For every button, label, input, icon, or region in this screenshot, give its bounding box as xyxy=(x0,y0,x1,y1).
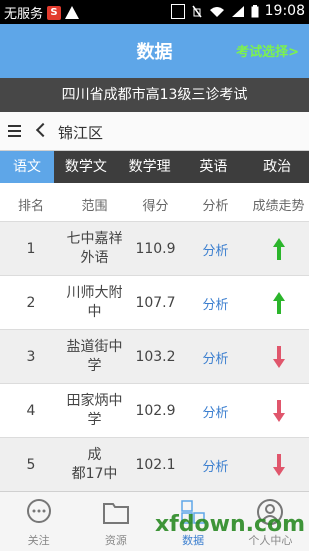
tab-english[interactable]: 英语 xyxy=(182,151,246,183)
trend-cell xyxy=(248,222,309,276)
school-line: 外语 xyxy=(80,250,109,266)
nav-label: 资源 xyxy=(104,534,127,547)
analysis-link[interactable]: 分析 xyxy=(188,222,243,276)
notification-app-icon: S xyxy=(47,5,62,20)
table-row: 5 成都17中 102.1 分析 xyxy=(0,437,309,492)
tab-politics[interactable]: 政治 xyxy=(245,151,309,183)
folder-icon xyxy=(102,503,129,524)
signal-icon xyxy=(231,5,244,17)
score-cell: 103.2 xyxy=(135,349,176,365)
subject-tabs: 语文 数学文 数学理 英语 政治 xyxy=(0,151,309,183)
header-analysis: 分析 xyxy=(202,199,229,214)
trend-cell xyxy=(248,438,309,492)
watermark: xfdown.com xyxy=(155,512,306,537)
analysis-link[interactable]: 分析 xyxy=(188,330,243,384)
score-cell: 102.9 xyxy=(135,403,176,419)
analysis-link[interactable]: 分析 xyxy=(188,276,243,330)
region-bar: 锦江区 xyxy=(0,112,309,151)
nav-label: 关注 xyxy=(27,534,50,547)
score-cell: 110.9 xyxy=(135,241,176,257)
school-cell: 川师大附中 xyxy=(52,276,137,330)
trend-down-icon xyxy=(272,454,285,476)
trend-cell xyxy=(248,384,309,438)
exam-title: 四川省成都市高13级三诊考试 xyxy=(0,78,309,112)
table-row: 3 盐道街中学 103.2 分析 xyxy=(0,329,309,384)
school-line: 中 xyxy=(87,304,102,320)
school-cell: 盐道街中学 xyxy=(52,330,137,384)
exam-select-button[interactable]: 考试选择> xyxy=(236,41,299,60)
mute-icon xyxy=(192,5,202,17)
back-icon[interactable] xyxy=(35,122,51,138)
app-header: 数据 考试选择> xyxy=(0,24,309,78)
wifi-icon xyxy=(209,6,224,17)
analysis-link[interactable]: 分析 xyxy=(188,438,243,492)
table-row: 4 田家炳中学 102.9 分析 xyxy=(0,383,309,438)
warning-icon xyxy=(65,6,80,19)
school-line: 田家炳中 xyxy=(66,393,123,409)
trend-up-icon xyxy=(272,292,285,314)
tab-math-arts[interactable]: 数学文 xyxy=(54,151,118,183)
header-range: 范围 xyxy=(81,199,108,214)
region-label[interactable]: 锦江区 xyxy=(58,122,103,143)
menu-icon[interactable] xyxy=(8,125,21,137)
table-header: 排名 范围 得分 分析 成绩走势 xyxy=(0,183,309,223)
clock: 19:08 xyxy=(264,3,305,19)
school-line: 七中嘉祥 xyxy=(66,231,123,247)
school-line: 川师大附 xyxy=(66,285,123,301)
school-line: 盐道街中 xyxy=(66,339,123,355)
school-line: 都17中 xyxy=(71,466,118,482)
trend-cell xyxy=(248,276,309,330)
trend-cell xyxy=(248,330,309,384)
sim-icon xyxy=(170,3,185,19)
tab-math-science[interactable]: 数学理 xyxy=(118,151,182,183)
school-line: 学 xyxy=(87,412,102,428)
school-line: 学 xyxy=(87,358,102,374)
battery-icon xyxy=(251,4,259,17)
school-line: 成 xyxy=(87,447,102,463)
chat-bubble-icon xyxy=(26,499,51,523)
score-cell: 107.7 xyxy=(135,295,176,311)
nav-resources[interactable]: 资源 xyxy=(77,492,154,551)
carrier-label: 无服务 xyxy=(4,7,44,22)
header-trend: 成绩走势 xyxy=(252,199,305,214)
trend-down-icon xyxy=(272,346,285,368)
analysis-link[interactable]: 分析 xyxy=(188,384,243,438)
table-row: 2 川师大附中 107.7 分析 xyxy=(0,275,309,330)
table-row: 1 七中嘉祥 外语 110.9 分析 xyxy=(0,221,309,276)
school-cell: 田家炳中学 xyxy=(52,384,137,438)
nav-follow[interactable]: 关注 xyxy=(0,492,77,551)
school-cell: 七中嘉祥 外语 xyxy=(52,222,137,276)
trend-down-icon xyxy=(272,400,285,422)
header-score: 得分 xyxy=(142,199,169,214)
trend-up-icon xyxy=(272,238,285,260)
school-cell: 成都17中 xyxy=(52,438,137,492)
score-cell: 102.1 xyxy=(135,457,176,473)
tab-chinese[interactable]: 语文 xyxy=(0,151,54,183)
status-bar: 无服务 S 19:08 xyxy=(0,0,309,24)
